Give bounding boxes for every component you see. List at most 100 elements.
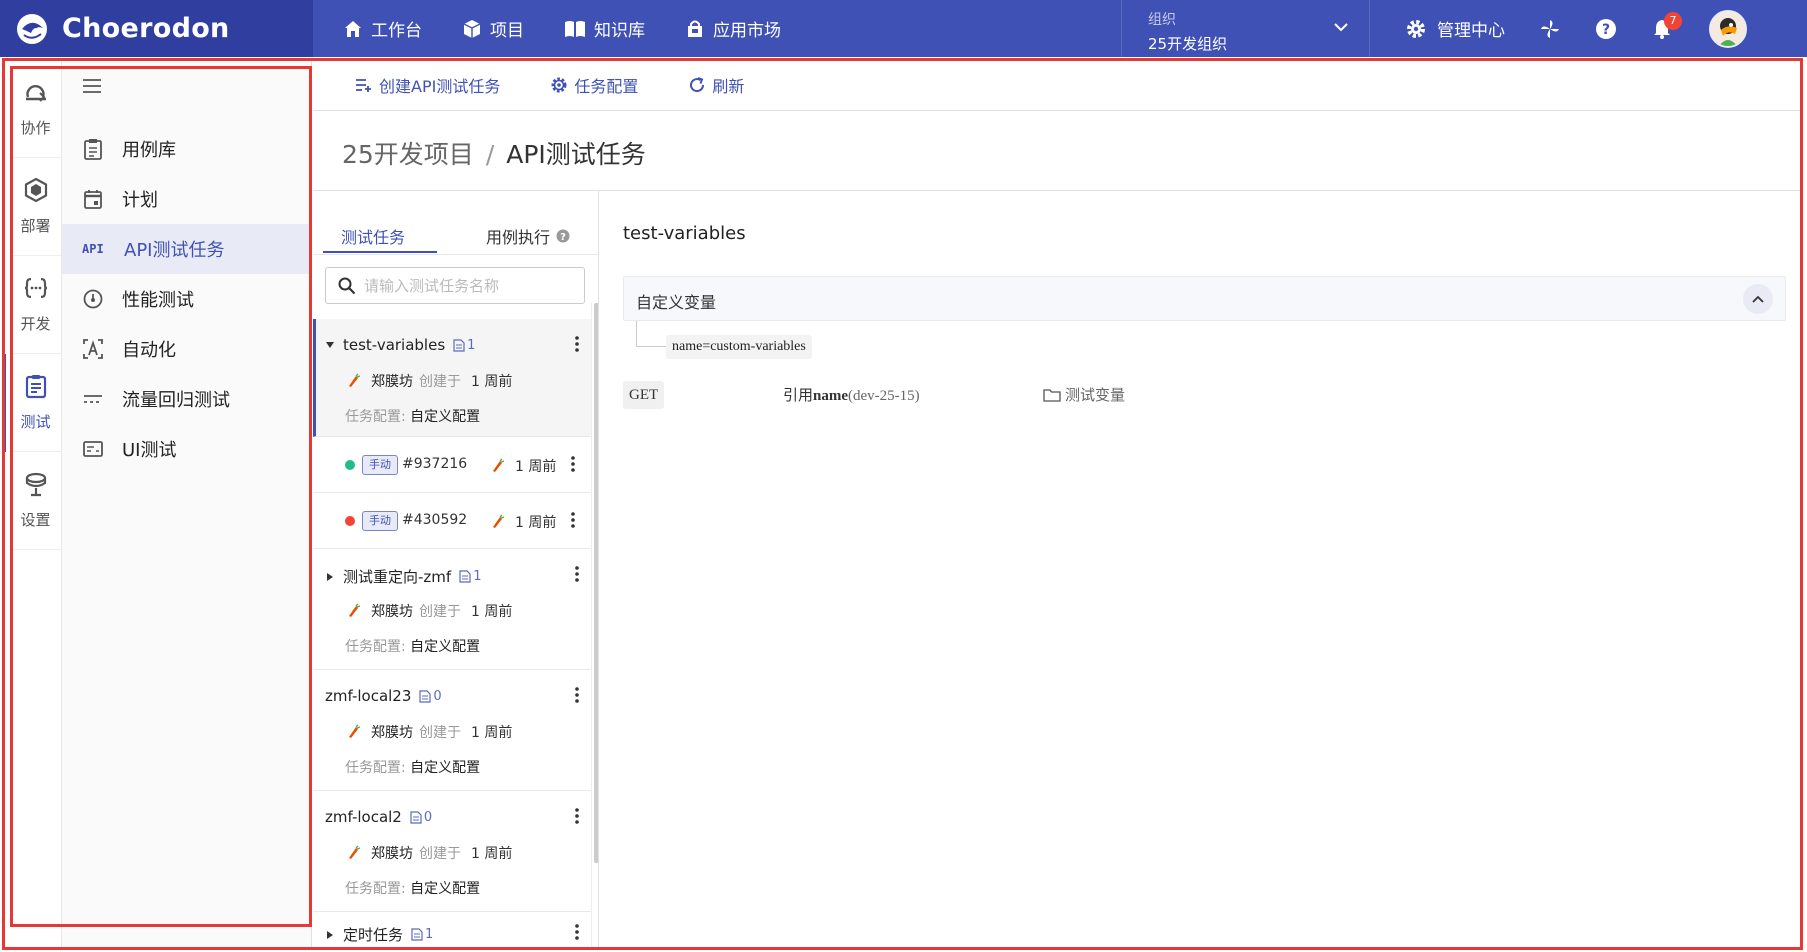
manual-tag: 手动: [362, 455, 398, 475]
breadcrumb-project[interactable]: 25开发项目: [342, 140, 474, 169]
task-config-button[interactable]: 任务配置: [550, 73, 638, 97]
menu-item-case-library[interactable]: 用例库: [62, 124, 312, 174]
create-api-task-button[interactable]: 创建API测试任务: [355, 73, 500, 97]
settings-icon: [25, 472, 46, 497]
execution-time: 1 周前: [515, 459, 557, 475]
automation-icon: [83, 339, 103, 359]
menu-collapse-icon[interactable]: [82, 78, 102, 94]
management-center-label: 管理中心: [1437, 21, 1505, 41]
carrot-avatar-icon: [493, 458, 505, 472]
menu-item-label: API测试任务: [124, 240, 225, 261]
collapse-button[interactable]: [1743, 284, 1773, 314]
help-icon: ?: [1596, 18, 1616, 39]
case-count: 0: [410, 810, 432, 825]
execution-id: #430592: [402, 512, 468, 528]
ref-env: (dev-25-15): [848, 388, 920, 404]
rail-label: 部署: [20, 217, 51, 235]
menu-item-ui-test[interactable]: UI测试: [62, 424, 312, 474]
ref-name: name: [813, 388, 849, 404]
rail-item-develop[interactable]: 开发: [10, 256, 61, 354]
refresh-label: 刷新: [712, 77, 745, 96]
task-item[interactable]: 定时任务 1: [313, 912, 591, 950]
nav-project[interactable]: 项目: [462, 16, 524, 41]
menu-item-api-test[interactable]: API API测试任务: [62, 224, 312, 274]
more-vertical-icon[interactable]: [571, 512, 575, 528]
status-dot-failed: [345, 516, 355, 526]
breadcrumb-current: API测试任务: [506, 140, 646, 169]
menu-item-label: 自动化: [122, 340, 176, 361]
create-api-task-label: 创建API测试任务: [379, 77, 501, 96]
nav-workbench[interactable]: 工作台: [343, 16, 422, 41]
detail-title: test-variables: [623, 223, 746, 244]
config-value: 自定义配置: [410, 409, 481, 425]
task-item[interactable]: 测试重定向-zmf 1 郑膜坊 创建于 1 周前 任务配置: 自定义配置: [313, 549, 591, 670]
more-vertical-icon[interactable]: [575, 336, 579, 352]
more-vertical-icon[interactable]: [575, 924, 579, 940]
folder-link[interactable]: 测试变量: [1043, 384, 1125, 405]
menu-item-performance[interactable]: 性能测试: [62, 274, 312, 324]
pinwheel-button[interactable]: [1539, 18, 1561, 40]
rail-item-collaborate[interactable]: 协作: [10, 60, 61, 158]
ref-prefix: 引用: [783, 386, 814, 404]
test-module-menu: 用例库 计划 API API测试任务 性能测试 自动化 流量回归测试 UI测试: [62, 60, 312, 950]
notifications-button[interactable]: 7: [1651, 11, 1682, 40]
task-item[interactable]: zmf-local23 0 郑膜坊 创建于 1 周前 任务配置: 自定义配置: [313, 670, 591, 791]
carrot-avatar-icon: [349, 603, 361, 617]
rail-label: 协作: [20, 119, 51, 137]
variable-reference: 引用name(dev-25-15): [783, 384, 920, 405]
caret-right-icon[interactable]: [325, 930, 335, 940]
more-vertical-icon[interactable]: [575, 687, 579, 703]
nav-market[interactable]: 应用市场: [685, 16, 781, 41]
task-author: 郑膜坊: [371, 725, 413, 741]
management-center-button[interactable]: 管理中心: [1405, 16, 1505, 41]
tab-test-tasks[interactable]: 测试任务: [341, 224, 405, 248]
nav-knowledge[interactable]: 知识库: [564, 16, 645, 41]
nav-label: 应用市场: [713, 21, 781, 41]
carrot-avatar-icon: [349, 724, 361, 738]
rail-label: 测试: [20, 413, 51, 431]
list-scrollbar[interactable]: [594, 303, 598, 863]
tab-label: 用例执行: [486, 228, 551, 247]
rail-item-test[interactable]: 测试: [3, 354, 61, 452]
caret-down-icon[interactable]: [325, 340, 335, 350]
rail-item-settings[interactable]: 设置: [10, 452, 61, 550]
http-method-badge: GET: [623, 381, 665, 409]
org-selector[interactable]: 组织 25开发组织: [1121, 0, 1370, 57]
case-count: 0: [419, 689, 442, 704]
more-vertical-icon[interactable]: [575, 808, 579, 824]
rail-item-deploy[interactable]: 部署: [10, 158, 61, 256]
home-icon: [345, 20, 361, 37]
execution-item[interactable]: 手动 #430592 1 周前: [313, 493, 591, 549]
user-avatar[interactable]: [1709, 9, 1747, 48]
task-item-test-variables[interactable]: test-variables 1 郑膜坊 创建于 1 周前 任务配置: 自定义配…: [313, 319, 591, 437]
help-button[interactable]: ?: [1595, 18, 1617, 40]
folder-name: 测试变量: [1065, 386, 1126, 404]
api-icon: API: [82, 242, 104, 256]
caret-right-icon[interactable]: [325, 572, 335, 582]
ui-test-icon: [83, 441, 103, 457]
custom-variables-section: 自定义变量: [623, 276, 1786, 321]
document-icon: [411, 928, 423, 941]
execution-item[interactable]: 手动 #937216 1 周前: [313, 437, 591, 493]
menu-item-plan[interactable]: 计划: [62, 174, 312, 224]
deploy-icon: [24, 177, 47, 203]
refresh-button[interactable]: 刷新: [688, 73, 744, 97]
config-label: 任务配置:: [345, 881, 406, 897]
more-vertical-icon[interactable]: [571, 456, 575, 472]
execution-id: #937216: [402, 456, 468, 472]
variable-chip: name=custom-variables: [666, 335, 812, 359]
created-label: 创建于: [419, 374, 461, 390]
menu-item-traffic[interactable]: 流量回归测试: [62, 374, 312, 424]
task-author: 郑膜坊: [371, 846, 413, 862]
tab-case-executions[interactable]: 用例执行 ?: [486, 224, 570, 248]
pinwheel-icon: [1541, 19, 1559, 38]
test-icon: [25, 375, 46, 399]
nav-label: 工作台: [371, 21, 422, 41]
brand[interactable]: Choerodon: [0, 0, 313, 57]
task-item[interactable]: zmf-local2 0 郑膜坊 创建于 1 周前 任务配置: 自定义配置: [313, 791, 591, 912]
task-search-input[interactable]: [364, 276, 574, 295]
config-label: 任务配置:: [345, 639, 406, 655]
more-vertical-icon[interactable]: [575, 566, 579, 582]
active-tab-indicator: [323, 251, 437, 253]
menu-item-automation[interactable]: 自动化: [62, 324, 312, 374]
